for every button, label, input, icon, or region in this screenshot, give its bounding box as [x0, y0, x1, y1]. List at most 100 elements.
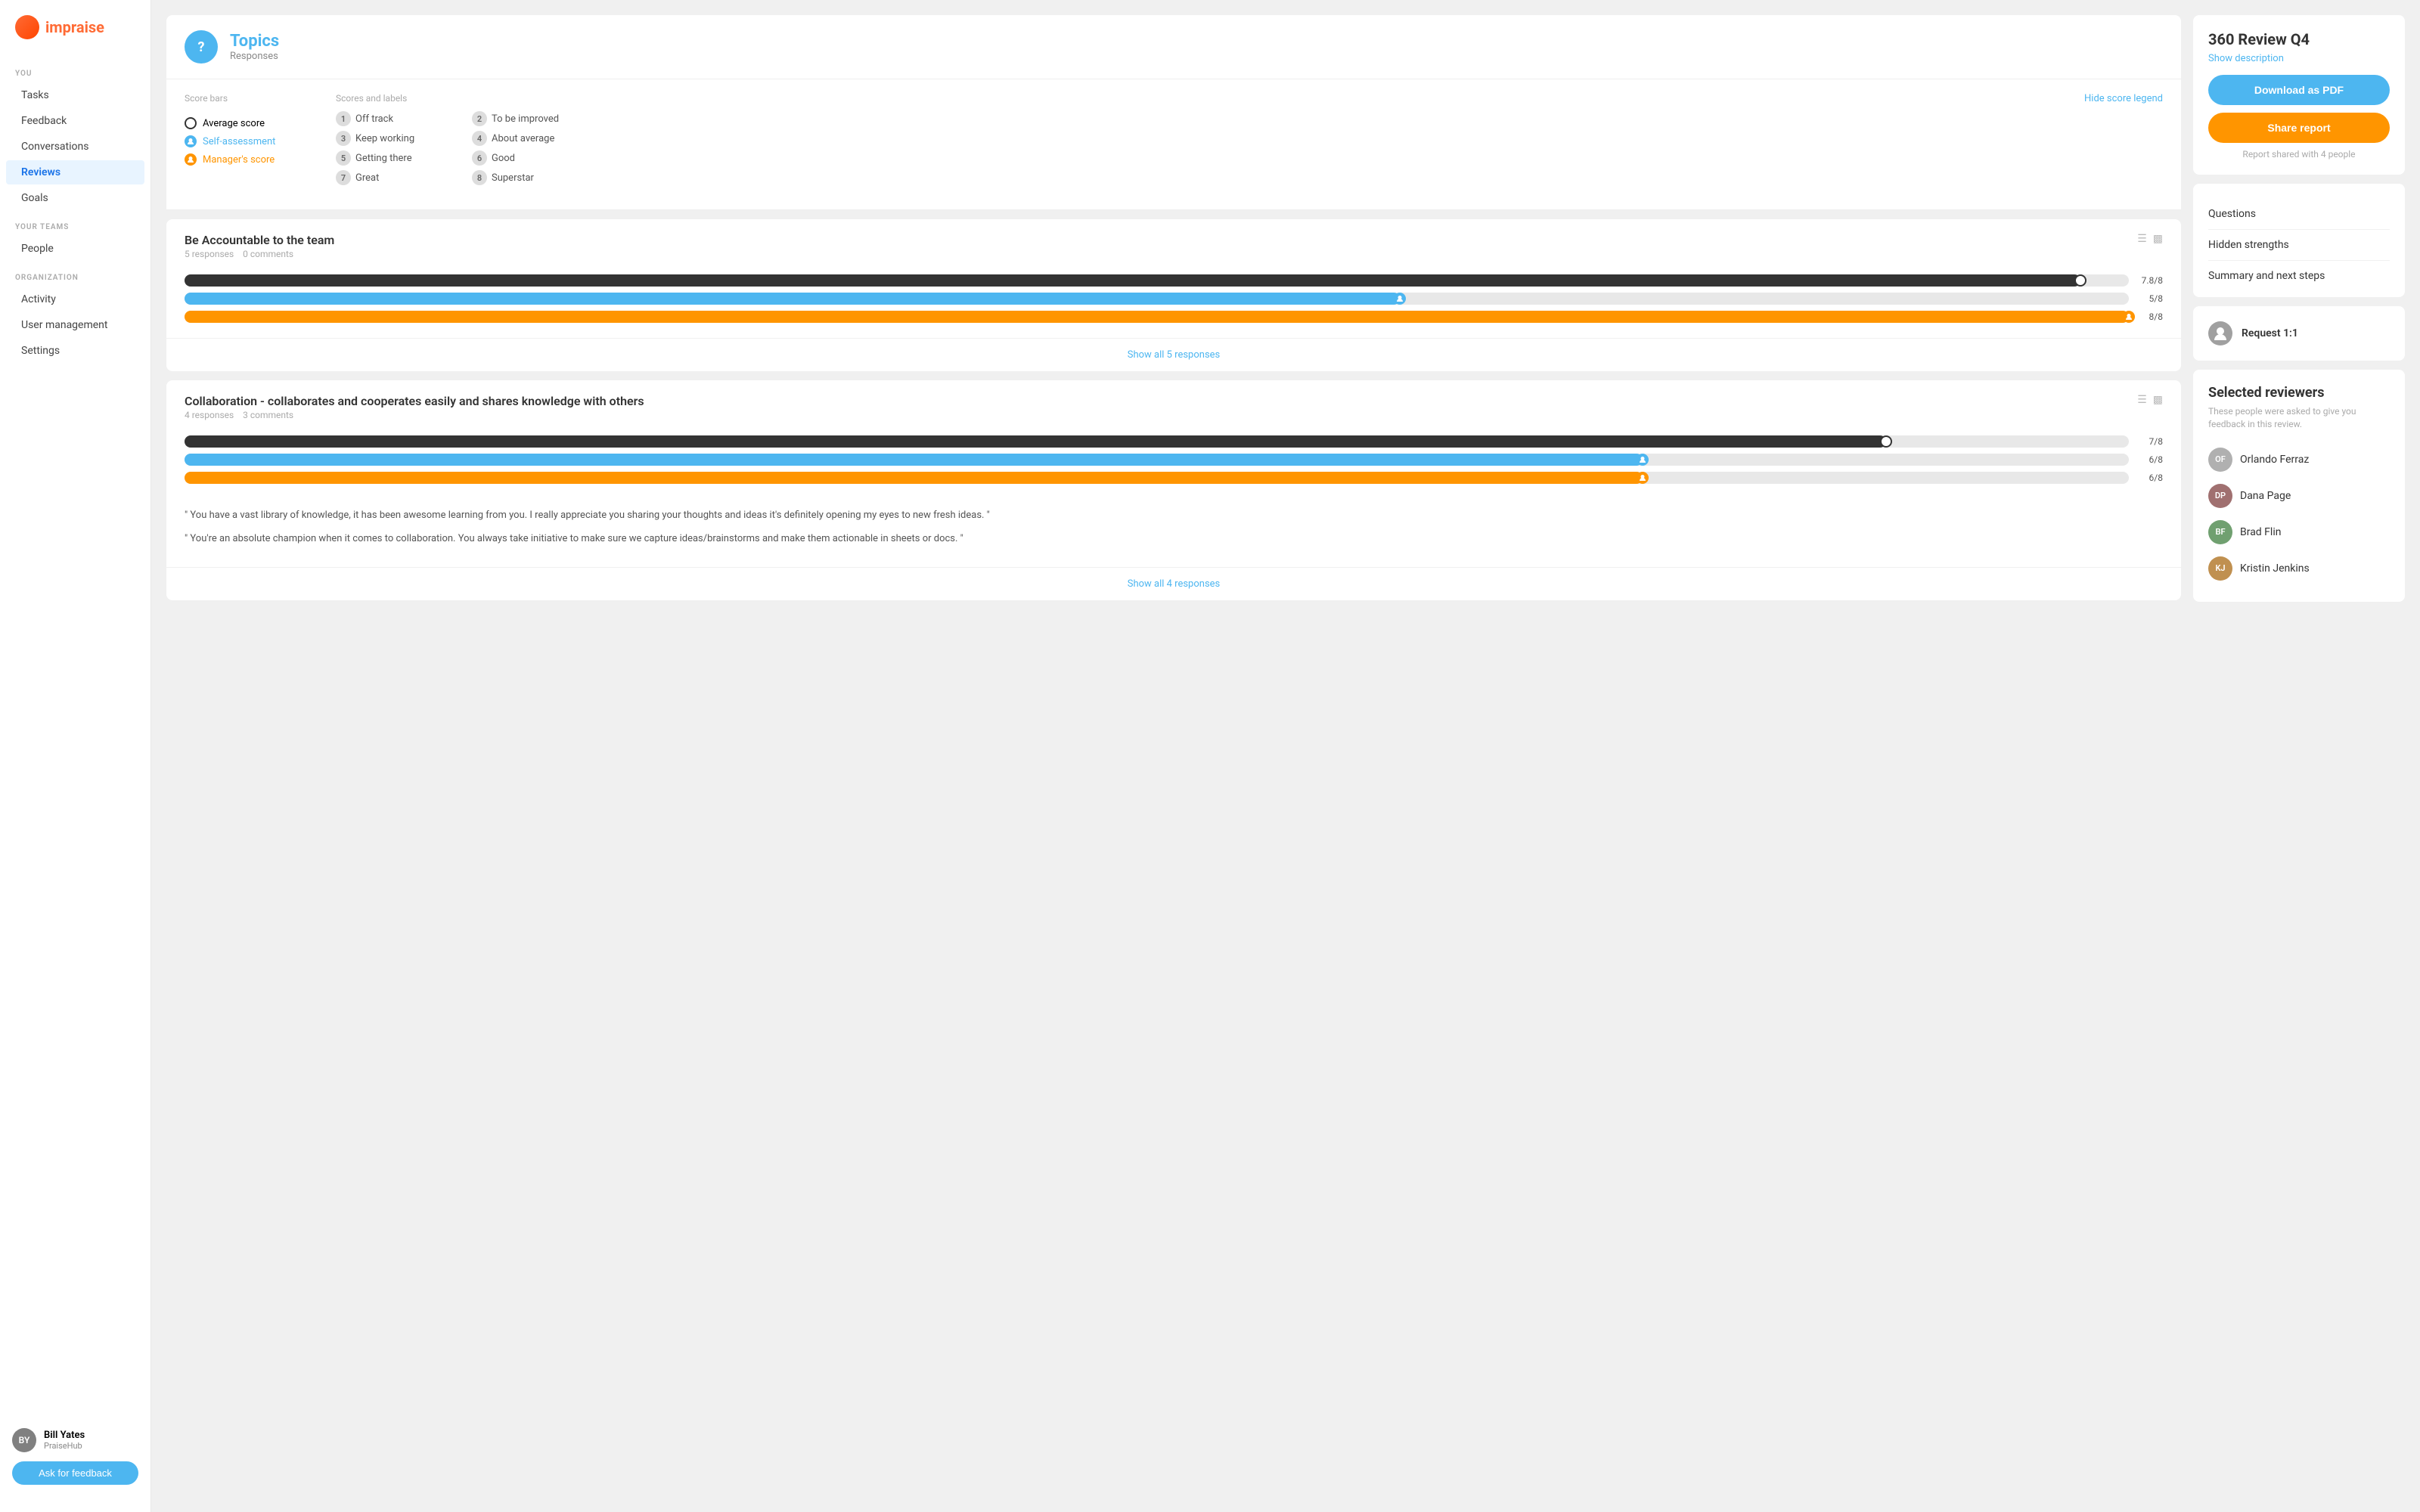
reviewer-kristin: KJ Kristin Jenkins	[2208, 550, 2390, 587]
sidebar-item-reviews[interactable]: Reviews	[6, 160, 144, 184]
chart-icon-collab[interactable]: ▩	[2153, 394, 2163, 406]
sidebar-item-goals[interactable]: Goals	[6, 186, 144, 210]
shared-info: Report shared with 4 people	[2208, 149, 2390, 160]
bar-row-average-collaboration: 7/8	[185, 435, 2163, 448]
reviewer-avatar-kristin: KJ	[2208, 556, 2232, 581]
sidebar-section-you: YOU	[0, 57, 150, 82]
show-responses-accountability[interactable]: Show all 5 responses	[166, 338, 2181, 371]
score-item-7: 7 Great	[336, 170, 457, 185]
show-responses-collaboration[interactable]: Show all 4 responses	[166, 567, 2181, 600]
bar-end-average	[2074, 274, 2086, 287]
bar-row-manager-accountability: 8/8	[185, 311, 2163, 323]
topic-title-accountability: Be Accountable to the team	[185, 233, 334, 247]
score-item-6: 6 Good	[472, 150, 593, 166]
self-assessment-label: Self-assessment	[203, 136, 275, 147]
score-num-7: 7	[336, 170, 351, 185]
bar-track-manager-accountability	[185, 311, 2129, 323]
reviewer-name-kristin: Kristin Jenkins	[2240, 562, 2310, 575]
sidebar-item-settings[interactable]: Settings	[6, 339, 144, 363]
topic-section-collaboration: Collaboration - collaborates and coopera…	[166, 380, 2181, 600]
bar-fill-manager-accountability	[185, 311, 2129, 323]
bar-track-self-collaboration	[185, 454, 2129, 466]
score-item-8: 8 Superstar	[472, 170, 593, 185]
sidebar-item-conversations[interactable]: Conversations	[6, 135, 144, 159]
topic-icons-collaboration: ☰ ▩	[2137, 394, 2163, 406]
bar-score-manager-accountability: 8/8	[2136, 311, 2163, 322]
manager-score-label: Manager's score	[203, 154, 275, 166]
center-panel: ? Topics Responses Score bars Average sc…	[166, 15, 2181, 1497]
legend-average: Average score	[185, 117, 306, 129]
reviewer-avatar-dana: DP	[2208, 484, 2232, 508]
bar-track-average-collaboration	[185, 435, 2129, 448]
manager-score-icon	[185, 153, 197, 166]
chart-icon[interactable]: ▩	[2153, 233, 2163, 245]
sidebar-bottom: BY Bill Yates PraiseHub Ask for feedback	[0, 1416, 150, 1497]
bar-score-self-accountability: 5/8	[2136, 293, 2163, 304]
show-description-link[interactable]: Show description	[2208, 53, 2390, 64]
score-legend-cols: Score bars Average score Self-assessment	[185, 93, 593, 185]
topics-title: Topics	[230, 32, 279, 51]
sidebar-item-user-management[interactable]: User management	[6, 313, 144, 337]
bar-fill-manager-collaboration	[185, 472, 1643, 484]
reviewer-name-orlando: Orlando Ferraz	[2240, 454, 2309, 466]
bar-track-manager-collaboration	[185, 472, 2129, 484]
hide-legend-button[interactable]: Hide score legend	[2084, 93, 2163, 104]
bar-end-self-collab	[1637, 454, 1649, 466]
score-num-8: 8	[472, 170, 487, 185]
score-item-5: 5 Getting there	[336, 150, 457, 166]
topics-info: Topics Responses	[230, 32, 279, 62]
bar-fill-self-collaboration	[185, 454, 1643, 466]
bar-row-manager-collaboration: 6/8	[185, 472, 2163, 484]
bar-score-self-collaboration: 6/8	[2136, 454, 2163, 465]
quote-2-collaboration: " You're an absolute champion when it co…	[185, 531, 2163, 547]
reviewer-brad: BF Brad Flin	[2208, 514, 2390, 550]
score-label-4: About average	[492, 133, 554, 144]
bar-score-average-accountability: 7.8/8	[2136, 275, 2163, 286]
bar-track-self-accountability	[185, 293, 2129, 305]
reviewer-dana: DP Dana Page	[2208, 478, 2390, 514]
question-item-1[interactable]: Hidden strengths	[2208, 230, 2390, 261]
reviewer-avatar-orlando: OF	[2208, 448, 2232, 472]
bar-fill-self-accountability	[185, 293, 1400, 305]
self-assessment-icon	[185, 135, 197, 147]
list-icon[interactable]: ☰	[2137, 233, 2147, 245]
avatar: BY	[12, 1428, 36, 1452]
topics-icon: ?	[185, 30, 218, 64]
sidebar-item-people[interactable]: People	[6, 237, 144, 261]
bar-end-self	[1394, 293, 1406, 305]
topics-subtitle: Responses	[230, 51, 279, 62]
question-item-0[interactable]: Questions	[2208, 199, 2390, 230]
logo-icon	[15, 15, 39, 39]
score-num-6: 6	[472, 150, 487, 166]
bar-end-manager	[2123, 311, 2135, 323]
topic-bars-accountability: 7.8/8 5/8	[166, 265, 2181, 338]
sidebar-item-tasks[interactable]: Tasks	[6, 83, 144, 107]
list-icon-collab[interactable]: ☰	[2137, 394, 2147, 406]
reviewer-orlando: OF Orlando Ferraz	[2208, 442, 2390, 478]
selected-reviewers-card: Selected reviewers These people were ask…	[2193, 370, 2405, 602]
sidebar-item-feedback[interactable]: Feedback	[6, 109, 144, 133]
topic-meta-accountability: 5 responses 0 comments	[185, 249, 334, 259]
logo: impraise	[0, 15, 150, 57]
right-panel: 360 Review Q4 Show description Download …	[2193, 15, 2405, 1497]
scores-labels-col: Scores and labels 1 Off track 2 To be im…	[336, 93, 593, 185]
sidebar-item-activity[interactable]: Activity	[6, 287, 144, 311]
score-num-3: 3	[336, 131, 351, 146]
bar-end-manager-collab	[1637, 472, 1649, 484]
request-11-avatar	[2208, 321, 2232, 345]
request-11-card[interactable]: Request 1:1	[2193, 306, 2405, 361]
score-bars-label: Score bars	[185, 93, 306, 104]
topic-header-collaboration: Collaboration - collaborates and coopera…	[166, 380, 2181, 426]
share-button[interactable]: Share report	[2208, 113, 2390, 143]
question-item-2[interactable]: Summary and next steps	[2208, 261, 2390, 282]
quote-section-collaboration: " You have a vast library of knowledge, …	[166, 499, 2181, 567]
topic-responses-accountability: 5 responses	[185, 249, 234, 259]
bar-fill-average-accountability	[185, 274, 2080, 287]
topic-info-collaboration: Collaboration - collaborates and coopera…	[185, 394, 644, 420]
download-button[interactable]: Download as PDF	[2208, 75, 2390, 105]
topic-info-accountability: Be Accountable to the team 5 responses 0…	[185, 233, 334, 259]
user-name: Bill Yates	[44, 1430, 85, 1441]
score-bars-col: Score bars Average score Self-assessment	[185, 93, 306, 185]
ask-feedback-button[interactable]: Ask for feedback	[12, 1461, 138, 1485]
bar-fill-average-collaboration	[185, 435, 1886, 448]
